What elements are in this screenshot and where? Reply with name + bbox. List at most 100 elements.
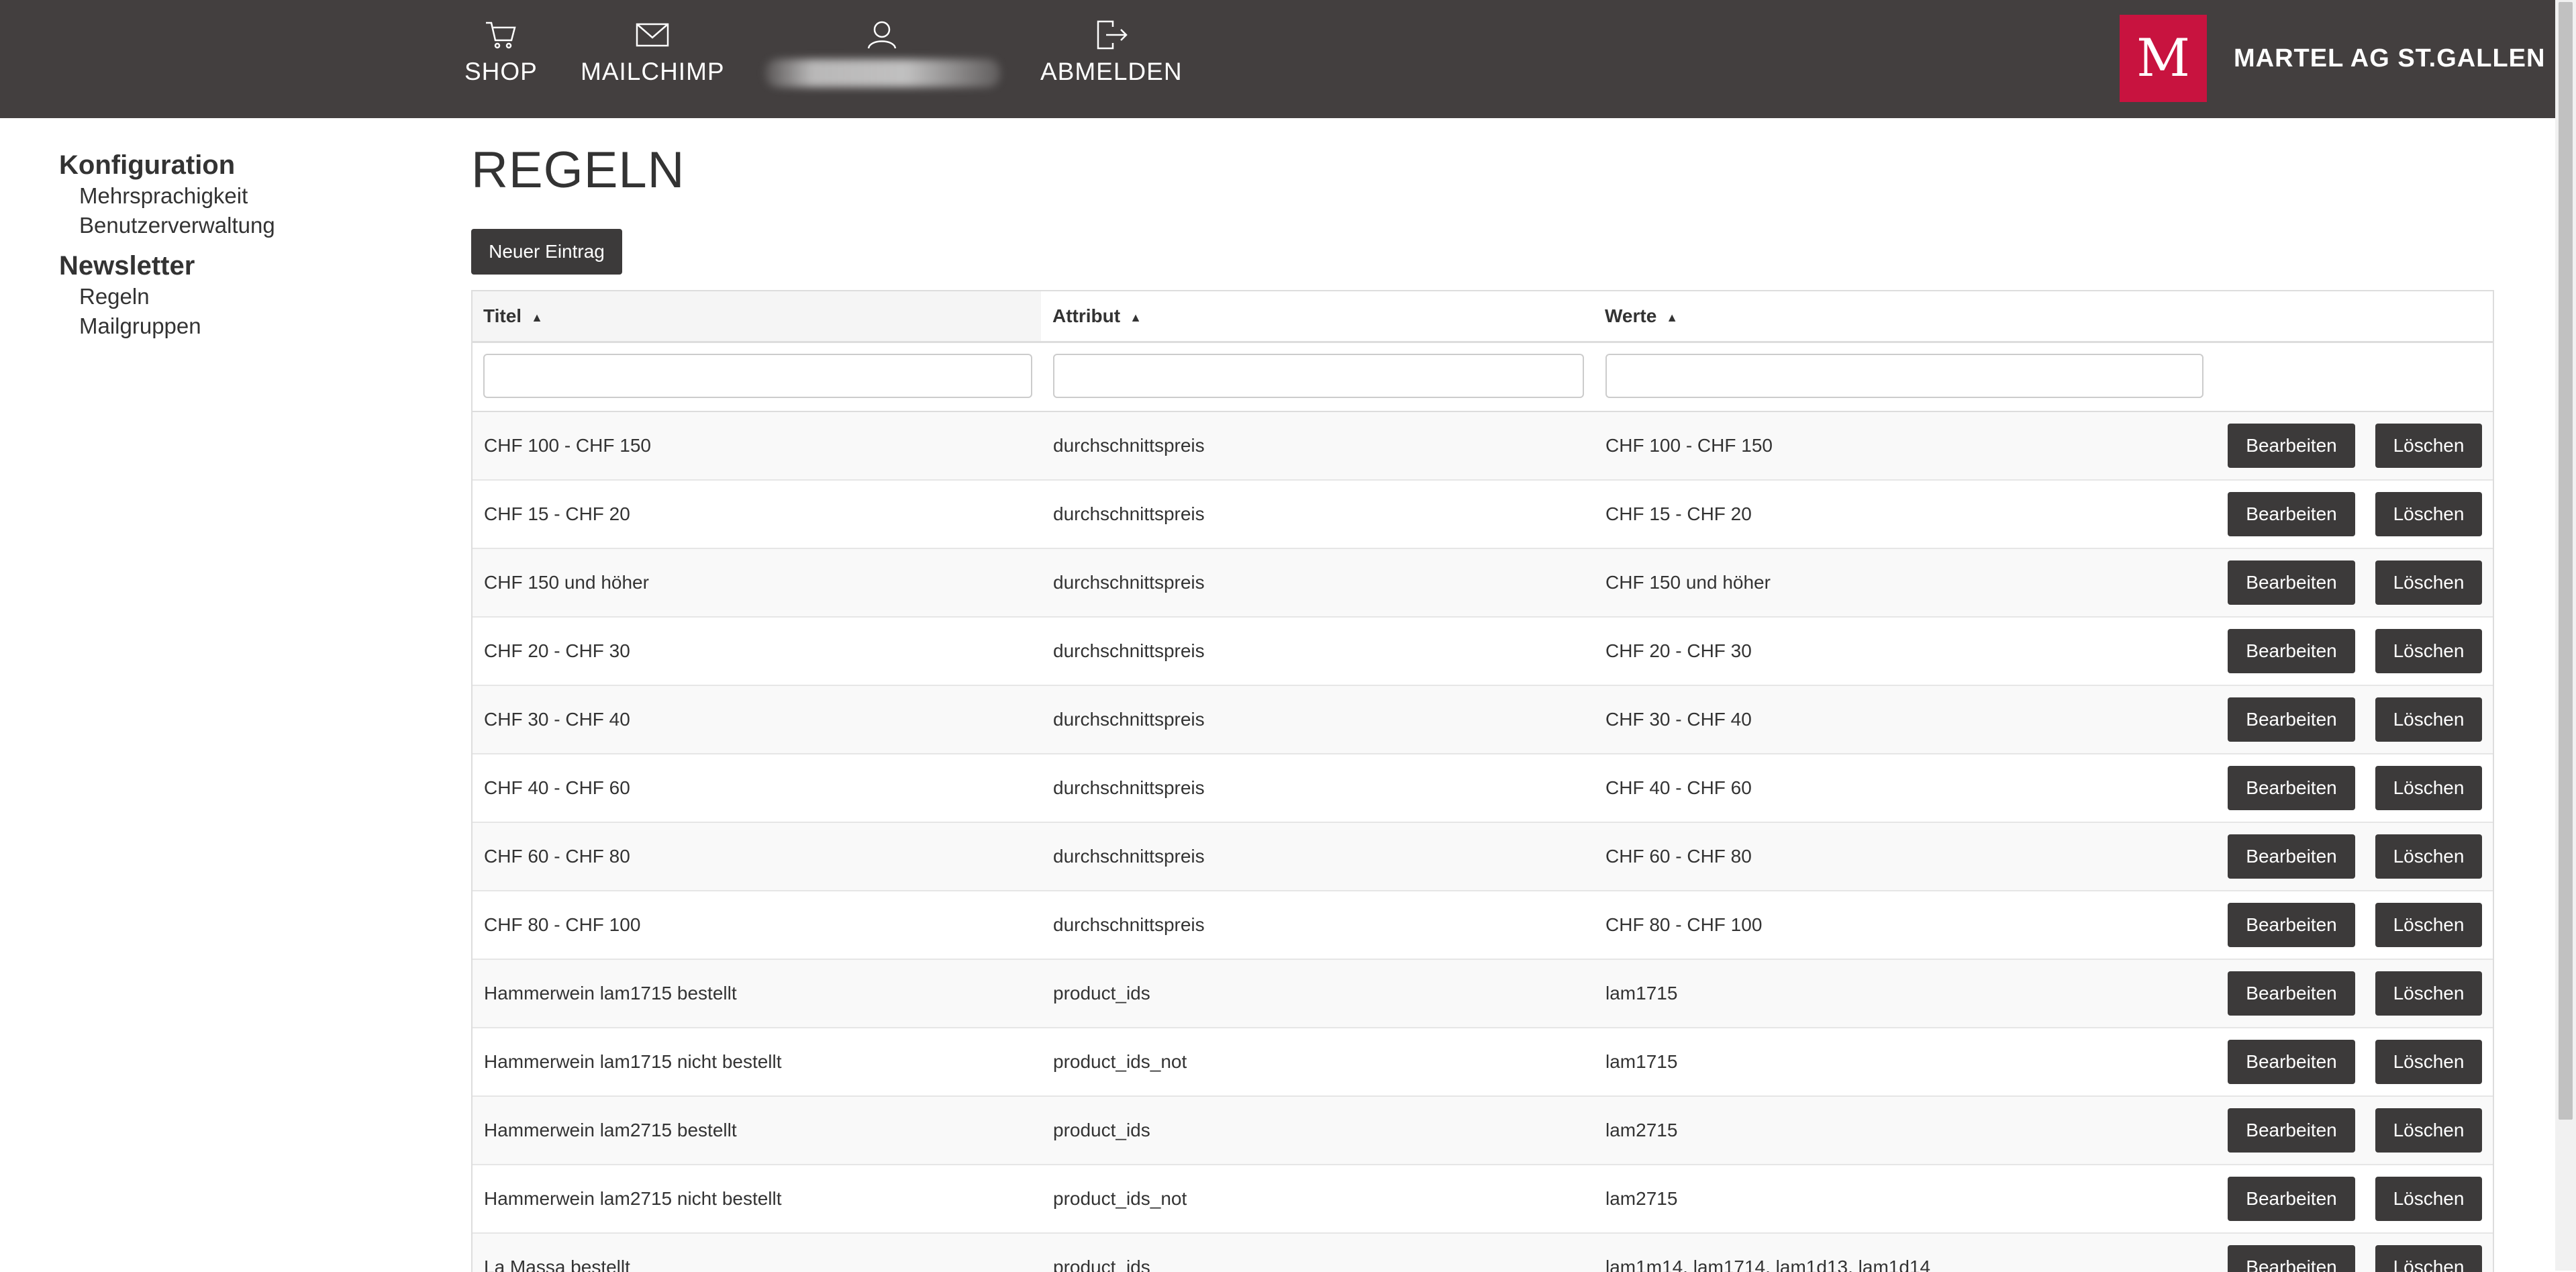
delete-button[interactable]: Löschen bbox=[2375, 766, 2482, 810]
cell-werte: CHF 150 und höher bbox=[1605, 572, 1771, 593]
delete-button[interactable]: Löschen bbox=[2375, 560, 2482, 605]
delete-button[interactable]: Löschen bbox=[2375, 629, 2482, 673]
sort-asc-icon: ▲ bbox=[1130, 310, 1142, 324]
cell-attribut: product_ids bbox=[1053, 983, 1150, 1004]
nav-logout-label: ABMELDEN bbox=[1040, 58, 1183, 85]
edit-button[interactable]: Bearbeiten bbox=[2228, 629, 2355, 673]
delete-button[interactable]: Löschen bbox=[2375, 834, 2482, 879]
cell-titel: CHF 80 - CHF 100 bbox=[484, 914, 641, 935]
cell-attribut: durchschnittspreis bbox=[1053, 709, 1205, 730]
table-row: Hammerwein lam1715 bestellt product_ids la… bbox=[473, 960, 2493, 1028]
delete-button[interactable]: Löschen bbox=[2375, 1108, 2482, 1153]
cell-titel: Hammerwein lam2715 bestellt bbox=[484, 1120, 737, 1140]
nav-shop-label: SHOP bbox=[464, 58, 538, 85]
edit-button[interactable]: Bearbeiten bbox=[2228, 766, 2355, 810]
delete-button[interactable]: Löschen bbox=[2375, 1177, 2482, 1221]
delete-button[interactable]: Löschen bbox=[2375, 1245, 2482, 1272]
filter-titel-input[interactable] bbox=[483, 354, 1032, 398]
brand-logo: M bbox=[2120, 15, 2207, 102]
cell-werte: CHF 15 - CHF 20 bbox=[1605, 503, 1752, 524]
logout-icon bbox=[1097, 20, 1128, 50]
table-row: CHF 100 - CHF 150 durchschnittspreis CHF 1… bbox=[473, 412, 2493, 481]
edit-button[interactable]: Bearbeiten bbox=[2228, 903, 2355, 947]
table-row: La Massa bestellt product_ids lam1m14, lam… bbox=[473, 1234, 2493, 1272]
table-row: Hammerwein lam1715 nicht bestellt product… bbox=[473, 1028, 2493, 1097]
edit-button[interactable]: Bearbeiten bbox=[2228, 834, 2355, 879]
sidebar-heading: Konfiguration bbox=[59, 150, 236, 180]
new-entry-button[interactable]: Neuer Eintrag bbox=[471, 229, 622, 275]
cell-werte: lam1715 bbox=[1605, 983, 1678, 1004]
table-row: Hammerwein lam2715 bestellt product_ids la… bbox=[473, 1097, 2493, 1165]
column-header-werte[interactable]: Werte ▲ bbox=[1594, 291, 2198, 341]
sidebar-item-benutzerverwaltung[interactable]: Benutzerverwaltung bbox=[79, 211, 435, 240]
sidebar-item-mailgruppen[interactable]: Mailgruppen bbox=[79, 311, 435, 341]
cell-attribut: durchschnittspreis bbox=[1053, 777, 1205, 798]
column-header-attribut[interactable]: Attribut ▲ bbox=[1042, 291, 1593, 341]
table-row: CHF 80 - CHF 100 durchschnittspreis CHF 80… bbox=[473, 891, 2493, 960]
edit-button[interactable]: Bearbeiten bbox=[2228, 1108, 2355, 1153]
delete-button[interactable]: Löschen bbox=[2375, 697, 2482, 742]
edit-button[interactable]: Bearbeiten bbox=[2228, 1040, 2355, 1084]
cell-attribut: durchschnittspreis bbox=[1053, 914, 1205, 935]
sidebar-section-newsletter: Newsletter Regeln Mailgruppen bbox=[59, 250, 435, 341]
table-row: CHF 20 - CHF 30 durchschnittspreis CHF 20 … bbox=[473, 618, 2493, 686]
sidebar-item-mehrsprachigkeit[interactable]: Mehrsprachigkeit bbox=[79, 181, 435, 211]
delete-button[interactable]: Löschen bbox=[2375, 1040, 2482, 1084]
sidebar-item-regeln[interactable]: Regeln bbox=[79, 282, 435, 311]
sort-asc-icon: ▲ bbox=[1666, 310, 1679, 324]
cell-titel: CHF 40 - CHF 60 bbox=[484, 777, 630, 798]
cell-werte: CHF 30 - CHF 40 bbox=[1605, 709, 1752, 730]
nav-shop[interactable]: SHOP bbox=[464, 16, 538, 90]
cell-werte: CHF 60 - CHF 80 bbox=[1605, 846, 1752, 867]
cell-werte: lam2715 bbox=[1605, 1188, 1678, 1209]
edit-button[interactable]: Bearbeiten bbox=[2228, 424, 2355, 468]
table-row: CHF 40 - CHF 60 durchschnittspreis CHF 40 … bbox=[473, 754, 2493, 823]
redacted-username bbox=[765, 59, 1000, 87]
envelope-icon bbox=[636, 23, 669, 47]
filter-werte-input[interactable] bbox=[1605, 354, 2203, 398]
edit-button[interactable]: Bearbeiten bbox=[2228, 697, 2355, 742]
edit-button[interactable]: Bearbeiten bbox=[2228, 971, 2355, 1016]
delete-button[interactable]: Löschen bbox=[2375, 903, 2482, 947]
table-row: CHF 60 - CHF 80 durchschnittspreis CHF 60 … bbox=[473, 823, 2493, 891]
cell-titel: CHF 100 - CHF 150 bbox=[484, 435, 651, 456]
cell-werte: CHF 40 - CHF 60 bbox=[1605, 777, 1752, 798]
cell-titel: CHF 15 - CHF 20 bbox=[484, 503, 630, 524]
brand-logo-letter: M bbox=[2136, 28, 2190, 89]
column-header-titel[interactable]: Titel ▲ bbox=[473, 291, 1041, 341]
filter-row bbox=[473, 343, 2493, 412]
cell-attribut: product_ids bbox=[1053, 1120, 1150, 1140]
cell-titel: CHF 20 - CHF 30 bbox=[484, 640, 630, 661]
cell-titel: La Massa bestellt bbox=[484, 1257, 630, 1272]
edit-button[interactable]: Bearbeiten bbox=[2228, 492, 2355, 536]
scrollbar-thumb[interactable] bbox=[2559, 2, 2573, 1120]
filter-attribut-input[interactable] bbox=[1053, 354, 1584, 398]
table-body: CHF 100 - CHF 150 durchschnittspreis CHF 1… bbox=[473, 412, 2493, 1272]
cell-titel: Hammerwein lam2715 nicht bestellt bbox=[484, 1188, 782, 1209]
cell-werte: lam1m14, lam1714, lam1d13, lam1d14 bbox=[1605, 1257, 1931, 1272]
cell-werte: CHF 80 - CHF 100 bbox=[1605, 914, 1763, 935]
cell-titel: Hammerwein lam1715 bestellt bbox=[484, 983, 737, 1004]
cell-attribut: durchschnittspreis bbox=[1053, 572, 1205, 593]
cell-titel: CHF 30 - CHF 40 bbox=[484, 709, 630, 730]
top-navigation-bar: SHOP MAILCHIMP ABMELDEN M MARTEL AG ST.G… bbox=[0, 0, 2555, 118]
user-icon bbox=[867, 21, 897, 49]
delete-button[interactable]: Löschen bbox=[2375, 424, 2482, 468]
edit-button[interactable]: Bearbeiten bbox=[2228, 560, 2355, 605]
cell-attribut: product_ids_not bbox=[1053, 1051, 1187, 1072]
edit-button[interactable]: Bearbeiten bbox=[2228, 1177, 2355, 1221]
edit-button[interactable]: Bearbeiten bbox=[2228, 1245, 2355, 1272]
page-title: REGELN bbox=[471, 142, 685, 199]
cell-attribut: durchschnittspreis bbox=[1053, 846, 1205, 867]
nav-logout[interactable]: ABMELDEN bbox=[1040, 16, 1183, 90]
cell-attribut: durchschnittspreis bbox=[1053, 503, 1205, 524]
nav-mailchimp-label: MAILCHIMP bbox=[581, 58, 725, 85]
cell-titel: Hammerwein lam1715 nicht bestellt bbox=[484, 1051, 782, 1072]
cell-werte: lam1715 bbox=[1605, 1051, 1678, 1072]
delete-button[interactable]: Löschen bbox=[2375, 492, 2482, 536]
delete-button[interactable]: Löschen bbox=[2375, 971, 2482, 1016]
nav-mailchimp[interactable]: MAILCHIMP bbox=[581, 16, 725, 90]
column-header-label: Titel bbox=[483, 305, 522, 326]
rules-table: Titel ▲ Attribut ▲ Werte ▲ CHF 100 - CHF 15… bbox=[471, 290, 2494, 1272]
column-header-label: Attribut bbox=[1052, 305, 1121, 326]
